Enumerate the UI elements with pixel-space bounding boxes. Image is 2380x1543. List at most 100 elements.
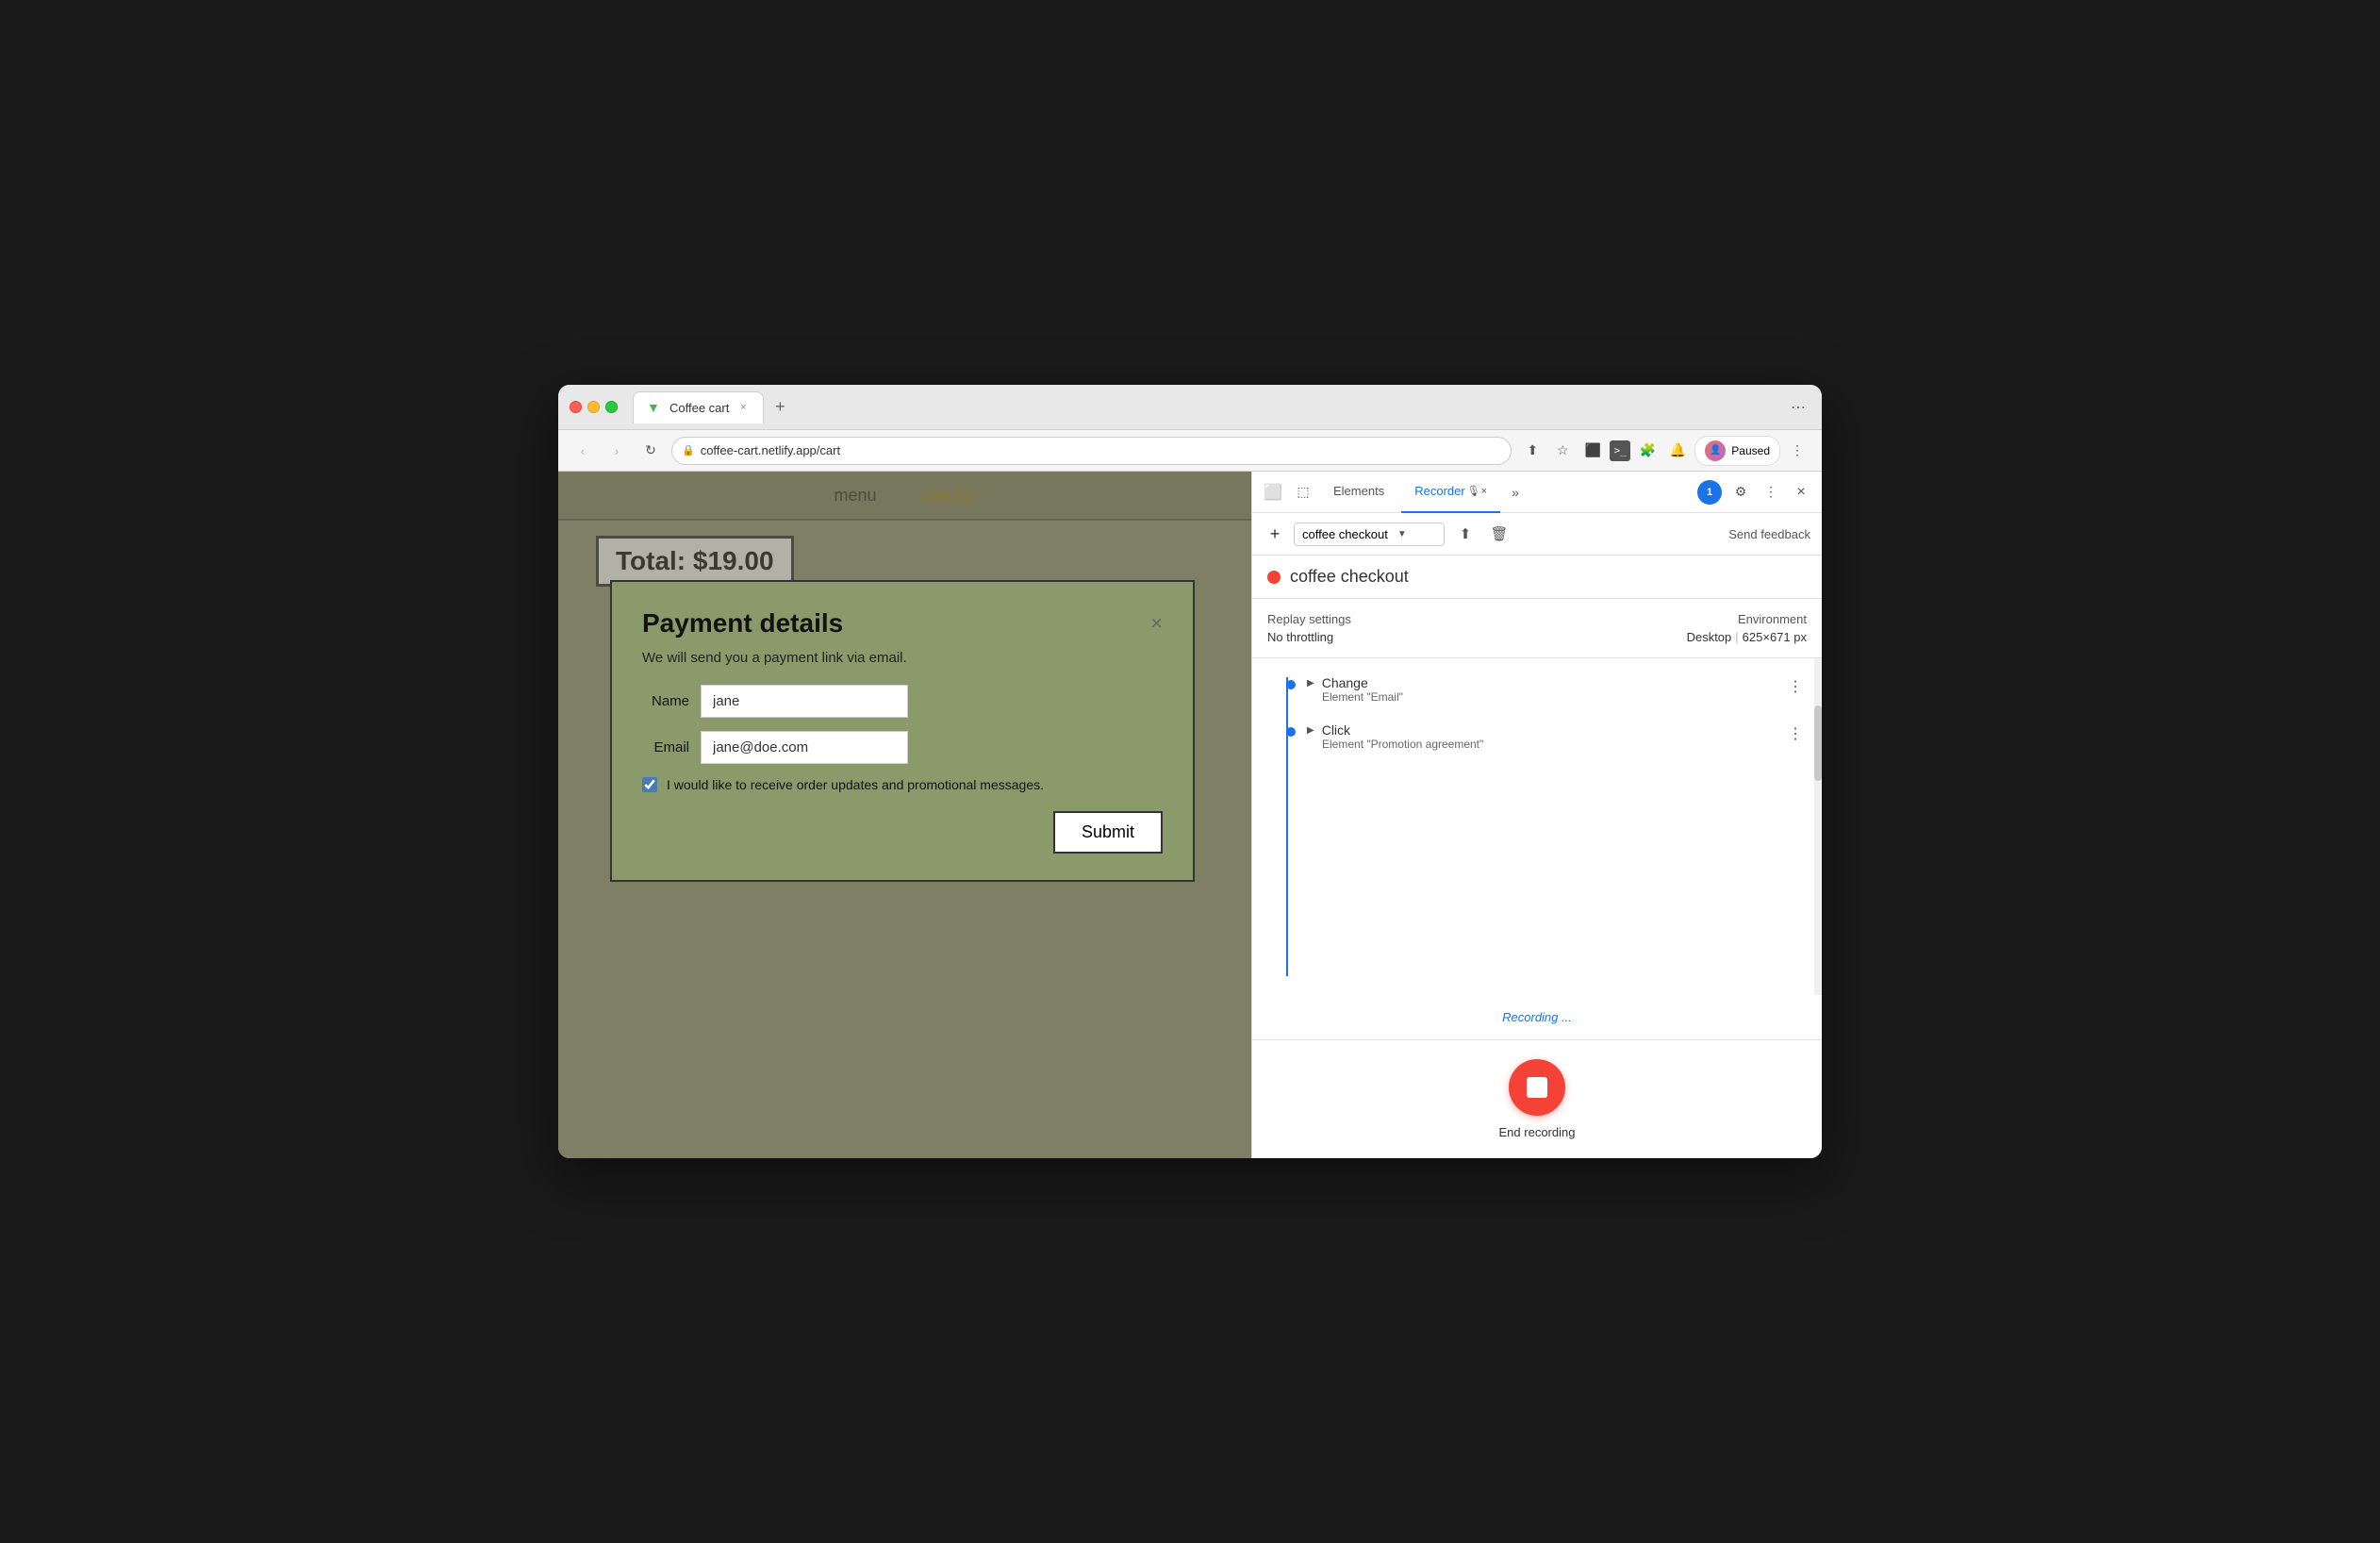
profile-button[interactable]: 🔔 — [1664, 438, 1691, 464]
avatar: 👤 — [1705, 440, 1726, 461]
step-dot-1 — [1286, 680, 1296, 689]
close-traffic-light[interactable] — [570, 401, 582, 413]
step-name-2: Click — [1322, 722, 1350, 738]
stop-recording-button[interactable] — [1509, 1059, 1565, 1116]
new-tab-button[interactable]: + — [768, 395, 792, 420]
tab-elements[interactable]: Elements — [1320, 472, 1397, 513]
recording-title: coffee checkout — [1290, 567, 1409, 587]
recording-name-header: coffee checkout — [1252, 556, 1822, 599]
browser-window: ▼ Coffee cart × + ⋯ ‹ › ↻ 🔒 coffee-cart.… — [558, 385, 1822, 1158]
throttling-col: Replay settings No throttling — [1267, 612, 1351, 644]
submit-button[interactable]: Submit — [1053, 811, 1163, 854]
step-detail-2: Element "Promotion agreement" — [1322, 738, 1784, 751]
devtools-panel: ⬜ ⬚ Elements Recorder 🎙 × » 1 ⚙ ⋮ × — [1251, 472, 1822, 1158]
step-dot-2 — [1286, 727, 1296, 737]
recording-select[interactable]: coffee checkout ▼ — [1294, 523, 1445, 546]
recorder-add-button[interactable]: + — [1264, 523, 1286, 545]
tab-favicon: ▼ — [647, 400, 662, 415]
chrome-menu-button[interactable]: ⋮ — [1784, 438, 1810, 464]
desktop-size: 625×671 px — [1743, 630, 1807, 644]
environment-col: Environment Desktop | 625×671 px — [1687, 612, 1807, 644]
extension-button[interactable]: ⬛ — [1579, 438, 1606, 464]
forward-button[interactable]: › — [603, 438, 630, 464]
scrollbar-track[interactable] — [1814, 658, 1822, 995]
minimize-traffic-light[interactable] — [587, 401, 600, 413]
device-toolbar-icon[interactable]: ⬚ — [1290, 479, 1316, 506]
email-input[interactable] — [701, 731, 908, 764]
window-more-button[interactable]: ⋯ — [1786, 395, 1810, 420]
step-item: ▶ Change Element "Email" ⋮ — [1252, 666, 1822, 713]
nav-actions: ⬆ ☆ ⬛ >_ 🧩 🔔 👤 Paused ⋮ — [1519, 436, 1810, 466]
recording-select-label: coffee checkout — [1302, 527, 1388, 541]
tab-area: ▼ Coffee cart × + — [633, 391, 1778, 423]
website-panel: menu cart (1) Total: $19.00 Payment deta… — [558, 472, 1251, 1158]
promo-checkbox-row: I would like to receive order updates an… — [642, 777, 1163, 792]
name-input[interactable] — [701, 685, 908, 718]
active-tab[interactable]: ▼ Coffee cart × — [633, 391, 764, 423]
replay-settings-label: Replay settings — [1267, 612, 1351, 626]
share-button[interactable]: ⬆ — [1519, 438, 1545, 464]
step-name-1: Change — [1322, 675, 1368, 690]
paused-label: Paused — [1731, 444, 1770, 457]
traffic-lights — [570, 401, 618, 413]
step-expand-icon-1: ▶ — [1307, 678, 1314, 689]
devtools-actions: 1 ⚙ ⋮ × — [1697, 479, 1814, 506]
devtools-close-button[interactable]: × — [1788, 479, 1814, 506]
nav-bar: ‹ › ↻ 🔒 coffee-cart.netlify.app/cart ⬆ ☆… — [558, 430, 1822, 472]
step-detail-1: Element "Email" — [1322, 690, 1784, 704]
promo-label: I would like to receive order updates an… — [667, 777, 1044, 792]
title-bar: ▼ Coffee cart × + ⋯ — [558, 385, 1822, 430]
recording-status-text: Recording ... — [1502, 1010, 1572, 1024]
step-content-2: ▶ Click Element "Promotion agreement" — [1307, 722, 1784, 751]
name-field-row: Name — [642, 685, 1163, 718]
name-label: Name — [642, 693, 689, 709]
payment-modal: Payment details × We will send you a pay… — [610, 580, 1195, 882]
chat-badge[interactable]: 1 — [1697, 480, 1722, 505]
url-text: coffee-cart.netlify.app/cart — [701, 443, 840, 457]
step-content-1: ▶ Change Element "Email" — [1307, 675, 1784, 704]
modal-overlay: Payment details × We will send you a pay… — [558, 472, 1251, 1158]
devtools-settings-button[interactable]: ⚙ — [1727, 479, 1754, 506]
tab-recorder[interactable]: Recorder 🎙 × — [1401, 472, 1500, 513]
lock-icon: 🔒 — [682, 444, 695, 456]
modal-title: Payment details × — [642, 608, 1163, 639]
promo-checkbox[interactable] — [642, 777, 657, 792]
email-label: Email — [642, 739, 689, 755]
recorder-delete-button[interactable]: 🗑 — [1486, 521, 1512, 547]
environment-label: Environment — [1687, 612, 1807, 626]
devtools-header: ⬜ ⬚ Elements Recorder 🎙 × » 1 ⚙ ⋮ × — [1252, 472, 1822, 513]
environment-value: Desktop | 625×671 px — [1687, 630, 1807, 644]
email-field-row: Email — [642, 731, 1163, 764]
devtools-button[interactable]: >_ — [1610, 440, 1630, 461]
back-button[interactable]: ‹ — [570, 438, 596, 464]
recording-status: Recording ... — [1252, 995, 1822, 1039]
recording-status-dot — [1267, 571, 1281, 584]
more-tabs-button[interactable]: » — [1504, 485, 1527, 500]
throttling-value: No throttling — [1267, 630, 1351, 644]
recorder-export-button[interactable]: ⬆ — [1452, 521, 1479, 547]
step-header-1[interactable]: ▶ Change — [1307, 675, 1784, 690]
step-header-2[interactable]: ▶ Click — [1307, 722, 1784, 738]
steps-area: ▶ Change Element "Email" ⋮ ▶ Click — [1252, 658, 1822, 995]
step-item: ▶ Click Element "Promotion agreement" ⋮ — [1252, 713, 1822, 760]
refresh-button[interactable]: ↻ — [637, 438, 664, 464]
devtools-more-button[interactable]: ⋮ — [1758, 479, 1784, 506]
step-more-button-1[interactable]: ⋮ — [1784, 675, 1807, 698]
replay-settings: Replay settings No throttling Environmen… — [1252, 599, 1822, 658]
end-recording-label: End recording — [1499, 1125, 1576, 1139]
maximize-traffic-light[interactable] — [605, 401, 618, 413]
address-bar[interactable]: 🔒 coffee-cart.netlify.app/cart — [671, 437, 1512, 465]
modal-close-button[interactable]: × — [1150, 611, 1163, 636]
inspect-icon[interactable]: ⬜ — [1260, 479, 1286, 506]
bookmark-button[interactable]: ☆ — [1549, 438, 1576, 464]
tab-close-button[interactable]: × — [736, 401, 750, 414]
step-more-button-2[interactable]: ⋮ — [1784, 722, 1807, 745]
tab-title: Coffee cart — [669, 401, 729, 415]
end-recording-area: End recording — [1252, 1039, 1822, 1158]
stop-icon — [1527, 1077, 1547, 1098]
send-feedback-link[interactable]: Send feedback — [1728, 527, 1810, 541]
scrollbar-thumb[interactable] — [1814, 705, 1822, 781]
extensions-puzzle[interactable]: 🧩 — [1634, 438, 1661, 464]
paused-button[interactable]: 👤 Paused — [1694, 436, 1780, 466]
recorder-toolbar: + coffee checkout ▼ ⬆ 🗑 Send feedback — [1252, 513, 1822, 556]
